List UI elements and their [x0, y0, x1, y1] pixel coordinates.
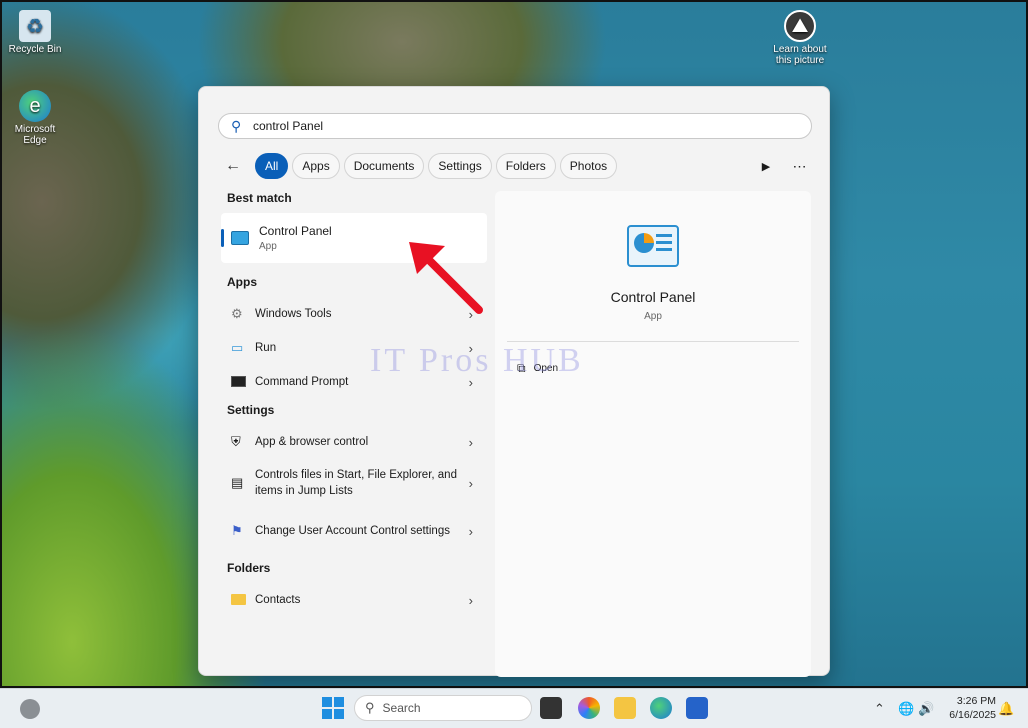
- notification-bell-icon[interactable]: 🔔: [998, 689, 1014, 728]
- chevron-right-icon[interactable]: ›: [469, 476, 473, 491]
- desktop-icon-label: Recycle Bin: [8, 44, 62, 55]
- terminal-icon: [231, 375, 255, 390]
- search-input[interactable]: [253, 119, 793, 133]
- filter-settings[interactable]: Settings: [428, 153, 492, 179]
- weather-widget-icon[interactable]: [20, 699, 40, 719]
- detail-title: Control Panel: [610, 289, 696, 305]
- search-icon: ⚲: [365, 700, 375, 715]
- recycle-bin-icon: ♻: [19, 10, 51, 42]
- section-heading: Folders: [227, 561, 271, 575]
- desktop-icon-label: Learn about this picture: [773, 44, 827, 66]
- shield-icon: ⛨: [231, 434, 241, 449]
- search-icon: ⚲: [231, 117, 242, 134]
- edge-icon: e: [19, 90, 51, 122]
- filter-apps[interactable]: Apps: [292, 153, 340, 179]
- detail-subtitle: App: [644, 311, 662, 322]
- chevron-up-icon: ⌃: [874, 701, 885, 716]
- start-settings-icon: ▤: [231, 475, 244, 490]
- filter-photos[interactable]: Photos: [559, 153, 618, 179]
- copilot-icon[interactable]: [578, 697, 600, 719]
- best-match-title: Control Panel: [259, 224, 332, 238]
- section-heading: Settings: [227, 403, 275, 417]
- back-arrow-icon[interactable]: ←: [225, 157, 251, 175]
- taskbar-search-placeholder: Search: [382, 701, 421, 715]
- filter-bar: ← All Apps Documents Settings Folders Ph…: [225, 153, 815, 179]
- watermark: IT Pros HUB: [370, 342, 584, 379]
- clock-time: 3:26 PM: [956, 695, 996, 707]
- more-options-icon[interactable]: ⋯: [785, 158, 815, 175]
- picture-info-icon: ⛰: [784, 10, 816, 42]
- gear-icon: ⚙: [231, 306, 243, 321]
- desktop-icon-label: Microsoft Edge: [14, 124, 56, 146]
- red-arrow-annotation: [409, 242, 483, 314]
- show-hidden-icons[interactable]: ⌃: [874, 689, 885, 728]
- task-view-icon[interactable]: [540, 697, 562, 719]
- play-icon[interactable]: ▶: [751, 160, 781, 173]
- taskbar-search[interactable]: ⚲ Search: [354, 695, 532, 721]
- setting-item-controls-files[interactable]: ▤ Controls files in Start, File Explorer…: [221, 459, 487, 507]
- chevron-right-icon[interactable]: ›: [469, 593, 473, 608]
- control-panel-large-icon: [627, 225, 679, 267]
- edge-icon[interactable]: [650, 697, 672, 719]
- clock[interactable]: 3:26 PM 6/16/2025: [938, 694, 996, 722]
- detail-pane: Control Panel App ⧉ Open: [495, 191, 811, 677]
- folder-icon: [231, 593, 255, 608]
- folder-item-contacts[interactable]: Contacts ›: [221, 583, 487, 617]
- desktop-icon-edge[interactable]: e Microsoft Edge: [4, 90, 66, 146]
- best-match-subtitle: App: [259, 241, 277, 252]
- filter-documents[interactable]: Documents: [343, 153, 425, 179]
- flag-icon: ⚑: [231, 523, 243, 538]
- setting-item-user-account-control[interactable]: ⚑ Change User Account Control settings ›: [221, 507, 487, 555]
- desktop-icon-learn-about-picture[interactable]: ⛰ Learn about this picture: [768, 10, 832, 66]
- list-item-label: App & browser control: [255, 436, 369, 448]
- volume-icon[interactable]: 🔊: [918, 689, 934, 728]
- chevron-right-icon[interactable]: ›: [469, 524, 473, 539]
- store-icon[interactable]: [686, 697, 708, 719]
- chevron-right-icon[interactable]: ›: [469, 435, 473, 450]
- filter-all[interactable]: All: [255, 153, 289, 179]
- list-item-label: Change User Account Control settings: [255, 525, 450, 537]
- file-explorer-icon[interactable]: [614, 697, 636, 719]
- setting-item-app-browser-control[interactable]: ⛨ App & browser control ›: [221, 425, 487, 459]
- desktop-icon-recycle-bin[interactable]: ♻ Recycle Bin: [4, 10, 66, 55]
- start-search-panel: ⚲ ← All Apps Documents Settings Folders …: [198, 86, 830, 677]
- taskbar: ⚲ Search ⌃ 🌐 🔊 3:26 PM 6/16/2025 🔔: [0, 688, 1028, 728]
- list-item-label: Controls files in Start, File Explorer, …: [255, 469, 457, 497]
- run-icon: ▭: [231, 340, 244, 355]
- section-heading: Best match: [227, 191, 292, 205]
- search-box[interactable]: ⚲: [218, 113, 812, 139]
- clock-date: 6/16/2025: [949, 709, 996, 721]
- network-icon[interactable]: 🌐: [898, 689, 914, 728]
- filter-folders[interactable]: Folders: [495, 153, 556, 179]
- control-panel-icon: [231, 231, 249, 245]
- list-item-label: Contacts: [255, 594, 301, 606]
- start-button[interactable]: [322, 697, 344, 719]
